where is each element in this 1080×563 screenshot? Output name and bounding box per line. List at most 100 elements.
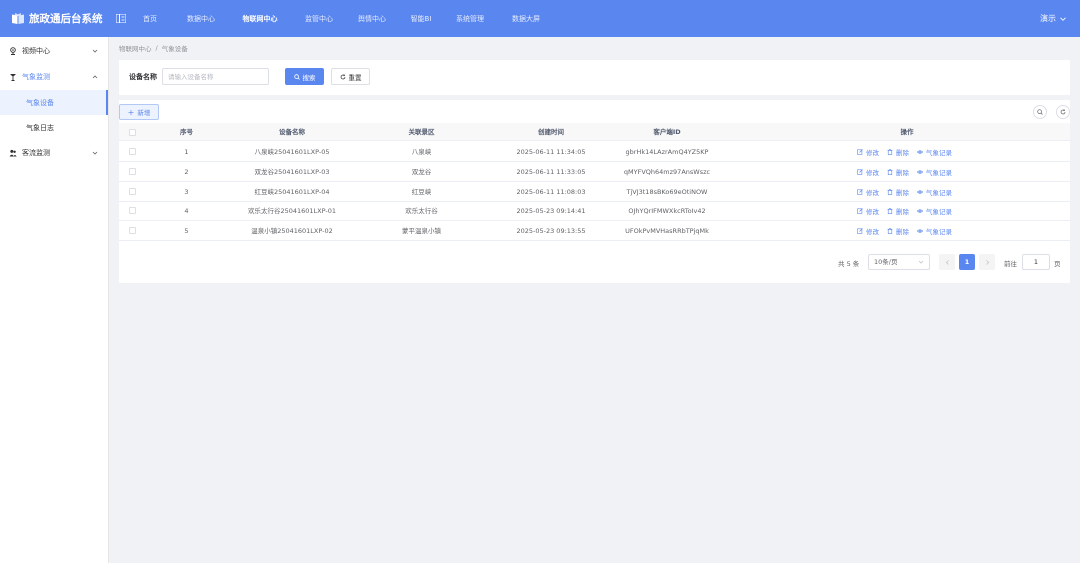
page-size-select[interactable]: 10条/页 [868,254,930,270]
row-checkbox[interactable] [129,167,136,175]
edit-icon [857,208,863,215]
device-name-label: 设备名称 [129,73,157,81]
weather-record-button[interactable]: 气象记录 [917,226,952,236]
sidebar-subitem-weather-device[interactable]: 气象设备 [0,90,108,115]
chevron-left-icon [945,259,949,265]
column-header-client-id: 客户端ID [653,128,681,136]
refresh-icon [340,73,345,79]
reset-button[interactable]: 重置 [331,68,370,85]
table-row: 2 双龙谷25041601LXP-03 双龙谷 2025-06-11 11:33:05… [119,162,1070,182]
column-header-scenic-area: 关联景区 [408,128,435,136]
delete-icon [887,168,893,175]
table-row: 5 温泉小镇25041601LXP-02 蒙平温泉小镇 2025-05-23 09:1… [119,221,1070,242]
sidebar-item-weather-monitoring[interactable]: 气象监测 [0,64,108,90]
edit-icon [857,169,863,175]
column-header-created-time: 创建时间 [538,128,564,136]
device-name-input[interactable] [162,68,269,85]
edit-icon [857,149,863,155]
sidebar-item-label: 气象监测 [22,73,50,81]
row-actions: 修改 删除 气象记录 [857,201,960,221]
table-row: 3 红豆峡25041601LXP-04 红豆峡 2025-06-11 11:08:03… [119,182,1070,202]
next-page-button[interactable] [979,254,995,270]
toggle-search-button[interactable] [1033,105,1047,119]
cell-device-name: 温泉小镇25041601LXP-02 [251,227,333,236]
row-checkbox[interactable] [129,187,136,195]
cell-client-id: UFOkPvMVHasRRbTPjqMk [625,227,709,236]
delete-button[interactable]: 删除 [887,187,909,197]
video-icon [10,47,16,55]
book-logo-icon [12,13,24,24]
nav-smart-bi[interactable]: 智能BI [403,0,439,37]
add-button[interactable]: + 新增 [119,104,159,120]
cell-index: 3 [184,187,189,196]
row-actions: 修改 删除 气象记录 [857,142,960,162]
search-button[interactable]: 搜索 [285,68,324,85]
goto-label: 前往 [1004,260,1017,268]
nav-home[interactable]: 首页 [136,0,164,37]
pagination: 共 5 条 10条/页 1 前往 1 页 [119,254,1070,270]
chevron-down-icon [92,151,98,155]
edit-icon [857,188,863,195]
select-all-checkbox[interactable] [129,129,136,136]
nav-system-management[interactable]: 系统管理 [449,0,491,37]
delete-icon [887,149,893,155]
cell-client-id: qMYFVQh64mz97AnsWszc [623,167,711,176]
weather-record-button[interactable]: 气象记录 [917,147,952,157]
goto-page-input[interactable]: 1 [1022,254,1050,270]
edit-button[interactable]: 修改 [857,187,879,197]
breadcrumb-item-iot-center[interactable]: 物联网中心 [119,43,152,53]
weather-record-button[interactable]: 气象记录 [917,187,952,197]
refresh-button[interactable] [1056,105,1070,119]
action-label: 修改 [866,168,879,177]
edit-button[interactable]: 修改 [857,226,879,236]
breadcrumb: 物联网中心 / 气象设备 [119,43,188,53]
breadcrumb-separator: / [155,44,158,52]
delete-button[interactable]: 删除 [887,167,909,177]
eye-icon [917,229,923,233]
row-checkbox[interactable] [129,227,136,235]
chevron-down-icon [92,49,98,53]
nav-data-center[interactable]: 数据中心 [180,0,222,37]
weather-record-button[interactable]: 气象记录 [917,167,952,177]
delete-button[interactable]: 删除 [887,147,909,157]
page-size-value: 10条/页 [874,258,898,266]
sidebar-subitem-weather-log[interactable]: 气象日志 [0,115,108,140]
action-label: 气象记录 [926,188,952,197]
page-number-current[interactable]: 1 [959,254,975,270]
cell-created-time: 2025-05-23 09:13:55 [516,227,586,236]
edit-button[interactable]: 修改 [857,167,879,177]
action-label: 修改 [866,228,879,237]
weather-record-button[interactable]: 气象记录 [917,206,952,216]
cell-created-time: 2025-06-11 11:08:03 [516,187,586,196]
edit-button[interactable]: 修改 [857,147,879,157]
menu-toggle-icon[interactable] [116,14,126,23]
table-card: + 新增 序号 设备名称 关联景区 创建时间 客户端ID 操作 1 八泉峡2504… [119,100,1070,283]
cell-created-time: 2025-06-11 11:34:05 [516,148,586,156]
prev-page-button[interactable] [939,254,955,270]
cell-client-id: TjVJ3t18sBKo69eOtiNOW [626,187,708,196]
delete-button[interactable]: 删除 [887,226,909,236]
nav-opinion-center[interactable]: 舆情中心 [351,0,393,37]
row-actions: 修改 删除 气象记录 [857,221,960,241]
edit-button[interactable]: 修改 [857,206,879,216]
delete-button[interactable]: 删除 [887,206,909,216]
cell-device-name: 欢乐太行谷25041601LXP-01 [247,207,337,216]
cell-index: 5 [184,227,189,236]
row-checkbox[interactable] [129,207,136,215]
nav-iot-center[interactable]: 物联网中心 [236,0,284,37]
cell-scenic-area: 蒙平温泉小镇 [402,227,441,236]
nav-data-screen[interactable]: 数据大屏 [505,0,547,37]
user-menu[interactable]: 演示 [1040,0,1066,37]
sidebar-item-passenger-monitoring[interactable]: 客流监测 [0,140,108,166]
action-label: 气象记录 [926,168,952,177]
column-header-device-name: 设备名称 [279,128,305,136]
search-button-label: 搜索 [302,73,316,82]
sidebar-item-video-center[interactable]: 视频中心 [0,38,108,64]
chevron-down-icon [1060,16,1066,21]
column-header-actions: 操作 [900,128,914,136]
row-checkbox[interactable] [129,148,136,155]
eye-icon [917,209,923,214]
nav-supervision-center[interactable]: 监管中心 [298,0,340,37]
action-label: 气象记录 [926,149,952,157]
app-logo[interactable]: 旅政通后台系统 [0,11,110,26]
